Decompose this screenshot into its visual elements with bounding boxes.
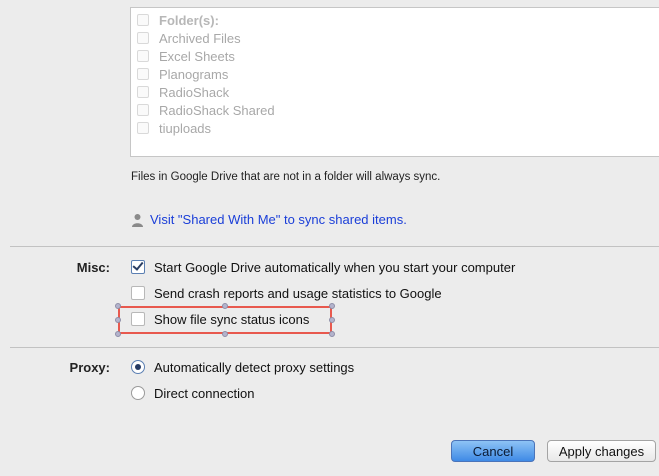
folder-checkbox [137,86,149,98]
resize-handle[interactable] [115,303,121,309]
folder-header-row: Folder(s): [137,11,219,29]
folder-label: tiuploads [159,120,212,136]
folder-header-label: Folder(s): [159,12,219,28]
folder-label: Planograms [159,66,229,82]
shared-with-me-link[interactable]: Visit "Shared With Me" to sync shared it… [150,212,407,227]
crash-reports-label: Send crash reports and usage statistics … [154,285,442,301]
start-automatically-option[interactable]: Start Google Drive automatically when yo… [131,258,515,276]
folder-checkbox [137,122,149,134]
cancel-button[interactable]: Cancel [451,440,535,462]
resize-handle[interactable] [329,331,335,337]
folder-checkbox [137,68,149,80]
apply-changes-button[interactable]: Apply changes [547,440,656,462]
start-automatically-checkbox[interactable] [131,260,145,274]
resize-handle[interactable] [115,331,121,337]
folder-checkbox [137,32,149,44]
folder-list[interactable]: Folder(s): Archived Files Excel Sheets P… [130,7,659,157]
resize-handle[interactable] [222,303,228,309]
crash-reports-option[interactable]: Send crash reports and usage statistics … [131,284,442,302]
folder-checkbox [137,50,149,62]
start-automatically-label: Start Google Drive automatically when yo… [154,259,516,275]
shared-with-me-row: Visit "Shared With Me" to sync shared it… [131,212,407,227]
divider [10,246,659,247]
divider [10,347,659,348]
folder-item: RadioShack Shared [137,101,275,119]
proxy-auto-radio[interactable] [131,360,145,374]
folder-item: Archived Files [137,29,241,47]
resize-handle[interactable] [329,317,335,323]
folder-label: RadioShack [159,84,230,100]
folder-item: Planograms [137,65,228,83]
folder-header-checkbox [137,14,149,26]
resize-handle[interactable] [329,303,335,309]
folder-item: Excel Sheets [137,47,235,65]
person-icon [132,213,143,227]
folder-checkbox [137,104,149,116]
proxy-direct-radio[interactable] [131,386,145,400]
folder-item: RadioShack [137,83,229,101]
folder-label: Excel Sheets [159,48,235,64]
proxy-direct-label: Direct connection [154,385,255,401]
crash-reports-checkbox[interactable] [131,286,145,300]
resize-handle[interactable] [115,317,121,323]
proxy-auto-option[interactable]: Automatically detect proxy settings [131,358,354,376]
proxy-auto-label: Automatically detect proxy settings [154,359,355,375]
proxy-direct-option[interactable]: Direct connection [131,384,254,402]
resize-handle[interactable] [222,331,228,337]
folder-label: Archived Files [159,30,241,46]
folder-item: tiuploads [137,119,211,137]
sync-note: Files in Google Drive that are not in a … [131,171,441,183]
annotation-highlight [118,306,332,334]
misc-label: Misc: [76,260,110,275]
proxy-label: Proxy: [69,360,110,375]
folder-label: RadioShack Shared [159,102,275,118]
